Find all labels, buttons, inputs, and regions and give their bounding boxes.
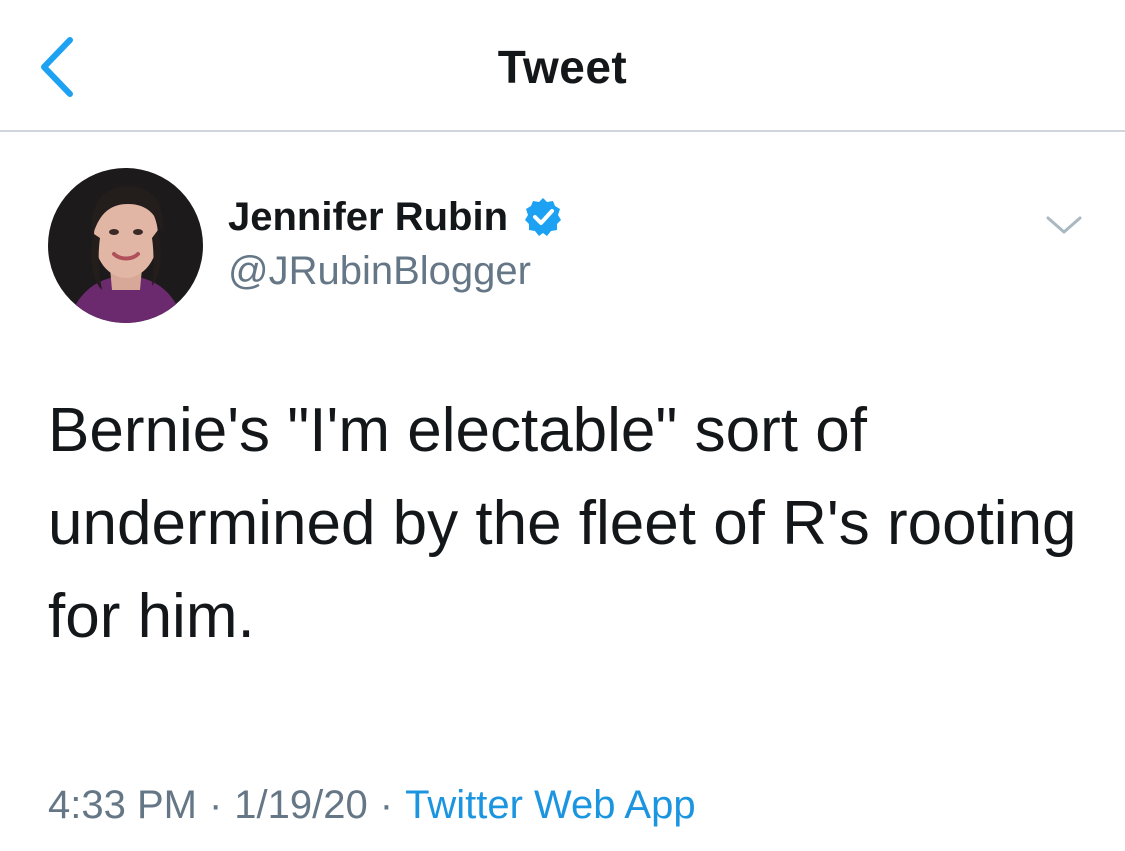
- meta-separator: ·: [208, 783, 223, 827]
- tweet-time[interactable]: 4:33 PM: [48, 783, 197, 827]
- meta-separator: ·: [379, 783, 394, 827]
- author-name[interactable]: Jennifer Rubin: [228, 192, 508, 242]
- profile-photo: [48, 168, 203, 323]
- tweet-source-link[interactable]: Twitter Web App: [405, 783, 696, 827]
- verified-badge-icon: [525, 198, 562, 236]
- navigation-bar: Tweet: [0, 0, 1125, 132]
- author-row: Jennifer Rubin: [228, 190, 564, 244]
- more-options-button[interactable]: [1044, 210, 1084, 240]
- page-title: Tweet: [497, 41, 628, 93]
- avatar[interactable]: [48, 168, 203, 323]
- tweet-meta: 4:33 PM · 1/19/20 · Twitter Web App: [48, 780, 696, 830]
- tweet-date[interactable]: 1/19/20: [234, 783, 367, 827]
- author-handle[interactable]: @JRubinBlogger: [228, 246, 531, 296]
- tweet-text: Bernie's "I'm electable" sort of undermi…: [48, 396, 1077, 651]
- chevron-down-icon: [1046, 216, 1082, 234]
